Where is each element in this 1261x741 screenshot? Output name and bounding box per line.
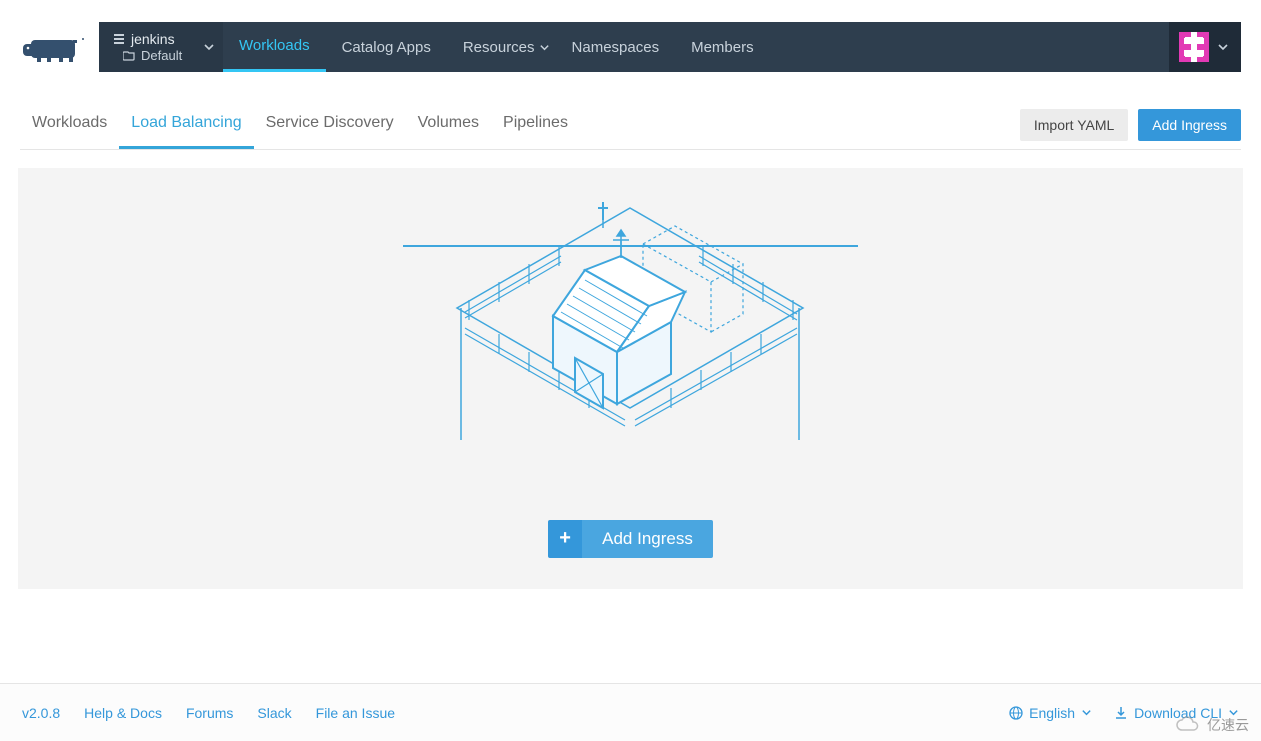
cloud-icon xyxy=(1175,716,1201,734)
footer-help[interactable]: Help & Docs xyxy=(84,705,162,721)
nav-members-label: Members xyxy=(691,39,754,56)
import-yaml-button[interactable]: Import YAML xyxy=(1020,109,1128,141)
chevron-down-icon xyxy=(1081,707,1092,718)
footer-links: v2.0.8 Help & Docs Forums Slack File an … xyxy=(22,705,395,721)
project-switcher[interactable]: jenkins Default xyxy=(99,22,223,72)
tab-volumes[interactable]: Volumes xyxy=(406,100,491,149)
tab-workloads-label: Workloads xyxy=(32,114,107,131)
top-bar: jenkins Default Workloads Catalog Apps R… xyxy=(99,22,1241,72)
chevron-down-icon xyxy=(203,41,215,53)
empty-state-illustration xyxy=(403,200,858,460)
tab-pipelines-label: Pipelines xyxy=(503,114,568,131)
namespace-name: Default xyxy=(141,48,182,64)
watermark-text: 亿速云 xyxy=(1207,715,1249,735)
user-menu[interactable] xyxy=(1169,22,1241,72)
tab-pipelines[interactable]: Pipelines xyxy=(491,100,580,149)
nav-namespaces-label: Namespaces xyxy=(572,39,660,56)
folder-icon xyxy=(123,50,135,61)
tab-service-discovery[interactable]: Service Discovery xyxy=(254,100,406,149)
footer-bar: v2.0.8 Help & Docs Forums Slack File an … xyxy=(0,683,1261,741)
spacer xyxy=(770,22,1169,72)
subtab-bar: Workloads Load Balancing Service Discove… xyxy=(20,100,1241,150)
footer-slack[interactable]: Slack xyxy=(257,705,291,721)
add-ingress-button[interactable]: Add Ingress xyxy=(1138,109,1241,141)
subtabs: Workloads Load Balancing Service Discove… xyxy=(20,100,580,149)
nav-resources-label: Resources xyxy=(463,39,535,56)
cow-logo-icon xyxy=(23,30,89,64)
chevron-down-icon xyxy=(1217,41,1229,53)
tab-load-balancing[interactable]: Load Balancing xyxy=(119,100,253,149)
tab-workloads[interactable]: Workloads xyxy=(20,100,119,149)
add-ingress-cta[interactable]: + Add Ingress xyxy=(548,520,713,558)
plus-icon: + xyxy=(548,520,582,558)
tab-volumes-label: Volumes xyxy=(418,114,479,131)
subtab-actions: Import YAML Add Ingress xyxy=(1020,109,1241,141)
download-icon xyxy=(1114,706,1128,720)
tab-load-balancing-label: Load Balancing xyxy=(131,114,241,131)
nav-catalog-apps[interactable]: Catalog Apps xyxy=(326,22,447,72)
empty-state-panel: + Add Ingress xyxy=(18,168,1243,589)
nav-resources[interactable]: Resources xyxy=(447,22,556,72)
stack-icon xyxy=(113,33,125,45)
tab-service-discovery-label: Service Discovery xyxy=(266,114,394,131)
language-switcher[interactable]: English xyxy=(1009,705,1092,721)
footer-forums[interactable]: Forums xyxy=(186,705,233,721)
language-label: English xyxy=(1029,705,1075,721)
add-ingress-cta-label: Add Ingress xyxy=(582,520,713,558)
nav-namespaces[interactable]: Namespaces xyxy=(556,22,676,72)
nav-workloads-label: Workloads xyxy=(239,37,310,54)
avatar xyxy=(1179,32,1209,62)
cluster-name: jenkins xyxy=(131,31,175,48)
brand-logo[interactable] xyxy=(16,22,96,72)
nav-members[interactable]: Members xyxy=(675,22,770,72)
top-nav: Workloads Catalog Apps Resources Namespa… xyxy=(223,22,770,72)
chevron-down-icon xyxy=(539,42,550,53)
footer-version[interactable]: v2.0.8 xyxy=(22,705,60,721)
nav-workloads[interactable]: Workloads xyxy=(223,22,326,72)
nav-catalog-label: Catalog Apps xyxy=(342,39,431,56)
footer-file-issue[interactable]: File an Issue xyxy=(316,705,395,721)
globe-icon xyxy=(1009,706,1023,720)
watermark: 亿速云 xyxy=(1175,715,1249,735)
